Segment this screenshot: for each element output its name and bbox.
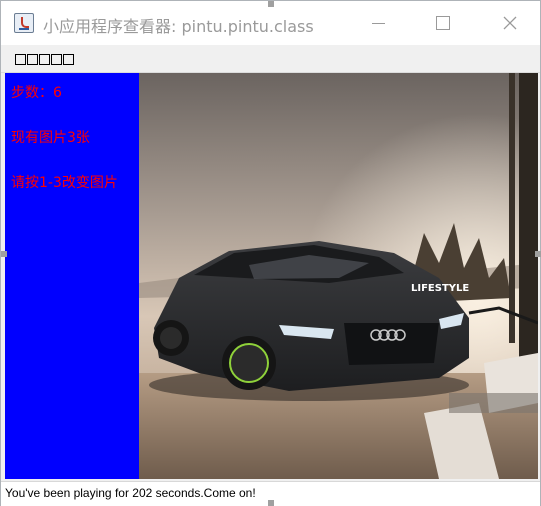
instruction-label: 请按1-3改变图片 [11, 175, 118, 191]
close-button[interactable] [487, 1, 533, 45]
lifestyle-logo: LIFESTYLE [411, 283, 469, 294]
maximize-button[interactable] [420, 1, 466, 45]
right-resize-handle[interactable] [535, 251, 541, 257]
glyph-box [51, 54, 62, 65]
left-resize-handle[interactable] [1, 251, 7, 257]
glyph-box [63, 54, 74, 65]
steps-label: 步数：6 [11, 85, 62, 101]
status-message: You've been playing for 202 seconds.Come… [5, 486, 256, 500]
car-image: LIFESTYLE [139, 73, 538, 479]
picture-count-label: 现有图片3张 [11, 130, 90, 146]
menu-bar: □□□□□ [1, 45, 540, 73]
info-panel: 步数：6 现有图片3张 请按1-3改变图片 [5, 73, 139, 479]
maximize-icon [436, 16, 450, 30]
glyph-box [15, 54, 26, 65]
glyph-box [27, 54, 38, 65]
applet-menu[interactable]: □□□□□ [15, 52, 74, 65]
glyph-box [39, 54, 50, 65]
minimize-button[interactable] [355, 1, 401, 45]
applet-content[interactable]: 步数：6 现有图片3张 请按1-3改变图片 LIFESTYLE [5, 73, 538, 479]
title-bar[interactable]: 小应用程序查看器: pintu.pintu.class [1, 1, 540, 45]
minimize-icon [371, 22, 385, 24]
close-icon [503, 16, 517, 30]
applet-viewer-window: 小应用程序查看器: pintu.pintu.class □□□□□ 步数：6 现… [0, 0, 541, 506]
window-title: 小应用程序查看器: pintu.pintu.class [43, 17, 314, 36]
puzzle-picture[interactable]: LIFESTYLE [139, 73, 538, 479]
top-resize-handle[interactable] [268, 1, 274, 7]
bottom-resize-handle[interactable] [268, 500, 274, 506]
java-icon [14, 13, 34, 33]
